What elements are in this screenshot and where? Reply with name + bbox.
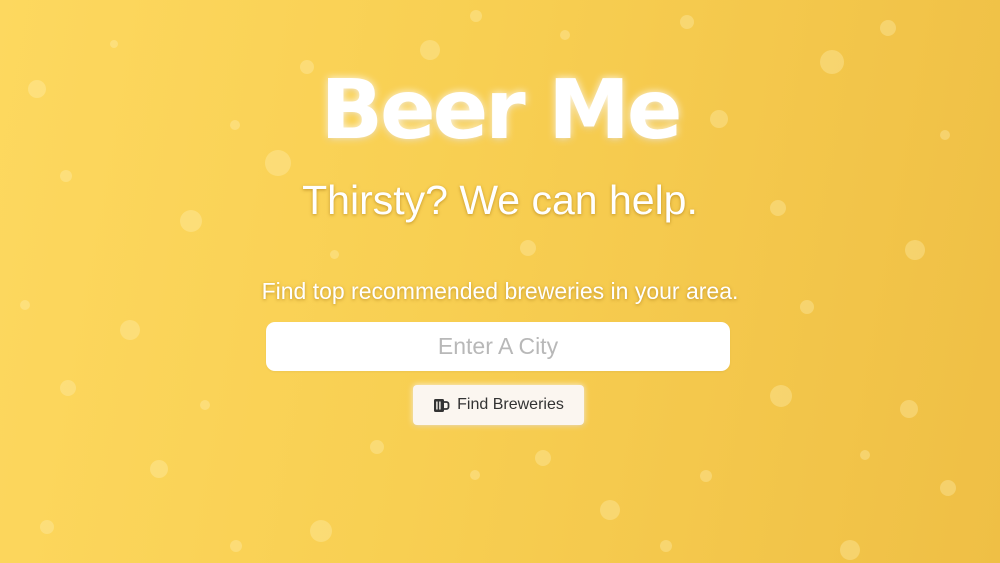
subtitle: Find top recommended breweries in your a… [261, 278, 739, 304]
tagline: Thirsty? We can help. [302, 177, 698, 223]
hero-section: Beer Me Thirsty? We can help. Find top r… [0, 0, 1000, 563]
app-title: Beer Me [320, 63, 683, 158]
find-breweries-label: Find Breweries [457, 396, 564, 413]
beer-mug-icon [433, 397, 450, 413]
find-breweries-button[interactable]: Find Breweries [413, 385, 584, 425]
city-search-input[interactable] [266, 322, 730, 371]
